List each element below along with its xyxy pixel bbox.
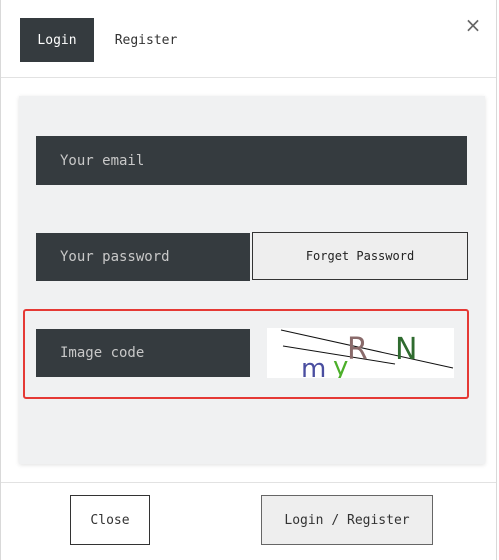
tab-register[interactable]: Register	[101, 18, 191, 62]
form-panel: Your email Your password Forget Password…	[19, 96, 485, 464]
password-placeholder: Your password	[60, 249, 170, 265]
email-placeholder: Your email	[60, 152, 145, 169]
captcha-letter-r: R	[347, 332, 368, 367]
image-code-placeholder: Image code	[60, 345, 145, 361]
password-input[interactable]: Your password	[36, 233, 250, 281]
captcha-graphic: R N m y	[280, 329, 454, 378]
close-button[interactable]: Close	[70, 495, 150, 545]
close-icon[interactable]: ×	[462, 13, 484, 37]
modal-footer: Close Login / Register	[1, 482, 496, 560]
captcha-letter-m: m	[301, 354, 326, 378]
captcha-letter-y: y	[333, 352, 348, 378]
login-register-button[interactable]: Login / Register	[261, 495, 433, 545]
email-input[interactable]: Your email	[36, 136, 467, 185]
image-code-input[interactable]: Image code	[36, 329, 250, 377]
captcha-letter-n: N	[395, 332, 417, 367]
tab-login[interactable]: Login	[20, 18, 94, 62]
login-modal: Login Register × Your email Your passwor…	[0, 0, 497, 560]
forget-password-button[interactable]: Forget Password	[252, 232, 468, 280]
modal-header: Login Register ×	[1, 0, 496, 78]
captcha-image[interactable]: R N m y	[267, 328, 454, 378]
